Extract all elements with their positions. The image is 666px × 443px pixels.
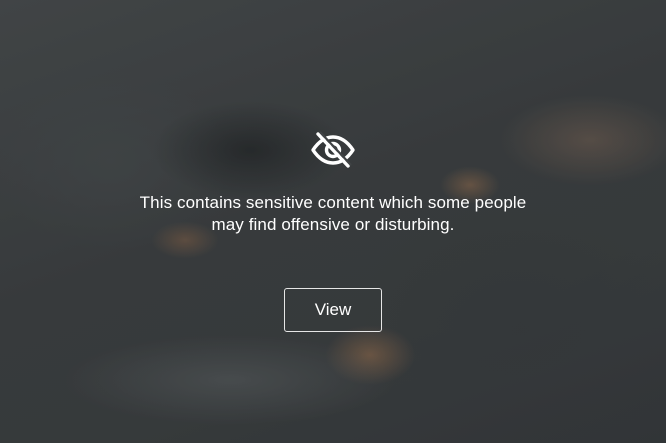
view-button[interactable]: View xyxy=(284,288,382,332)
sensitive-content-message: This contains sensitive content which so… xyxy=(139,193,527,234)
sensitive-media-viewport: This contains sensitive content which so… xyxy=(0,0,666,443)
sensitive-content-warning: This contains sensitive content which so… xyxy=(0,130,666,332)
eye-slash-icon xyxy=(311,131,355,168)
